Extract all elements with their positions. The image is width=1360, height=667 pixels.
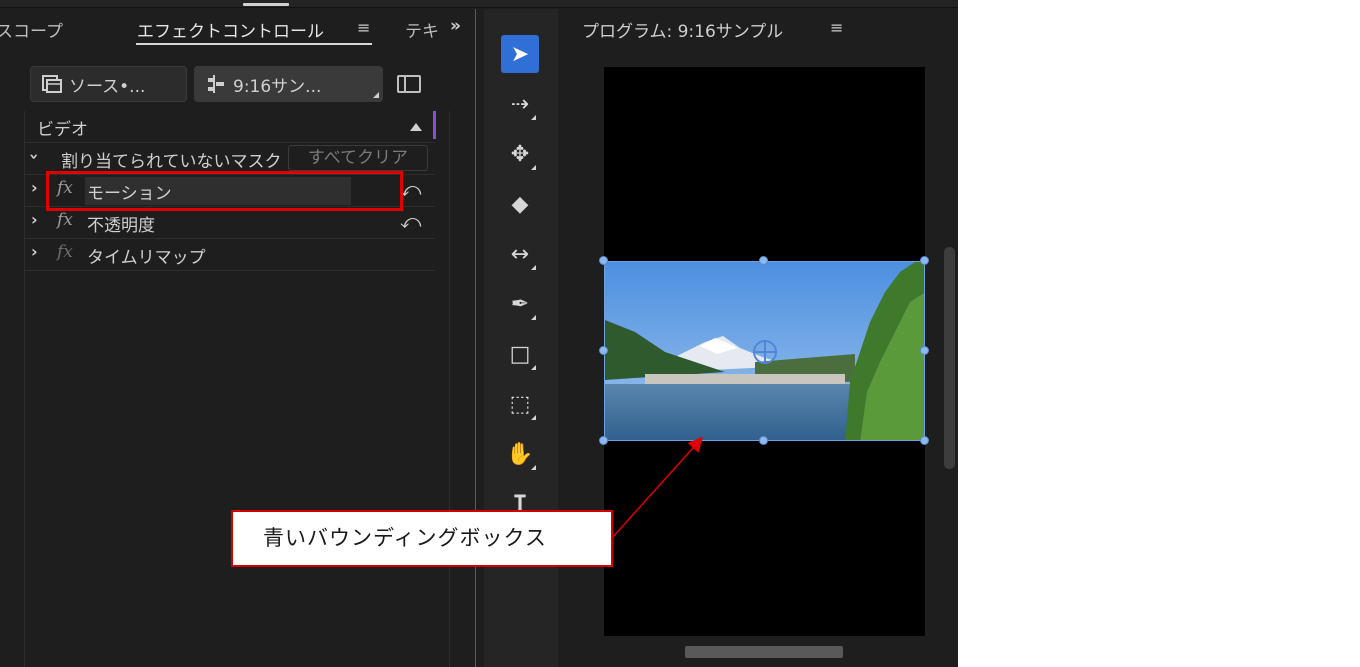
- fx-icon[interactable]: fx: [57, 242, 73, 262]
- effect-controls-panel: スコープ エフェクトコントロール ≡ テキ » ソース•... 9:16サン..…: [0, 9, 476, 667]
- program-monitor-title[interactable]: プログラム: 9:16サンプル: [582, 17, 783, 42]
- active-tab-underline: [136, 43, 372, 45]
- clip-icon: [41, 73, 63, 95]
- razor-glyph: ◆: [511, 191, 529, 217]
- effect-row-time-remap[interactable]: › fx タイムリマップ: [25, 239, 435, 271]
- anchor-point-icon[interactable]: [753, 340, 777, 364]
- bbox-handle-right[interactable]: [920, 346, 929, 355]
- corner-indicator: [531, 115, 536, 120]
- corner-indicator: [531, 265, 536, 270]
- video-frame[interactable]: [599, 67, 929, 636]
- rectangle-glyph: □: [509, 341, 531, 367]
- timeline-divider: [449, 111, 450, 667]
- slip-tool-icon[interactable]: ↔: [501, 235, 539, 273]
- remix-tool-icon[interactable]: ⬚: [501, 385, 539, 423]
- hand-tool-icon[interactable]: ✋: [501, 435, 539, 473]
- workspace-top-bar: [0, 0, 958, 8]
- corner-indicator: [531, 415, 536, 420]
- tools-panel: ➤ ⇢ ✥ ◆ ↔ ✒ □ ⬚ ✋ T: [484, 9, 558, 667]
- video-section-header[interactable]: ビデオ: [25, 111, 435, 143]
- panel-tabs: スコープ エフェクトコントロール ≡ テキ »: [0, 9, 476, 49]
- bbox-handle-bottom-right[interactable]: [920, 436, 929, 445]
- reset-icon[interactable]: ⤺: [400, 209, 421, 233]
- section-label: ビデオ: [37, 120, 88, 140]
- collapse-arrow-icon[interactable]: [410, 123, 422, 131]
- horizontal-scrollbar[interactable]: [685, 646, 843, 658]
- corner-indicator: [531, 365, 536, 370]
- ripple-edit-glyph: ✥: [510, 141, 530, 167]
- chevron-right-icon[interactable]: ›: [31, 210, 38, 229]
- razor-tool-icon[interactable]: ◆: [501, 185, 539, 223]
- chevron-right-icon[interactable]: ›: [31, 242, 38, 261]
- corner-indicator: [531, 315, 536, 320]
- drag-grip[interactable]: [243, 3, 289, 6]
- corner-indicator: [531, 465, 536, 470]
- effect-name: 不透明度: [87, 216, 155, 236]
- selection-tool-icon[interactable]: ➤: [501, 35, 539, 73]
- panel-layout-icon[interactable]: [397, 75, 421, 93]
- bbox-handle-bottom-left[interactable]: [599, 436, 608, 445]
- program-monitor: プログラム: 9:16サンプル ≡: [563, 9, 958, 667]
- mask-label: 割り当てられていないマスク: [61, 152, 282, 172]
- panel-menu-icon[interactable]: ≡: [357, 18, 370, 37]
- track-select-glyph: ⇢: [510, 91, 530, 117]
- clear-all-button[interactable]: すべてクリア: [288, 145, 428, 171]
- sequence-button[interactable]: 9:16サン...: [194, 66, 383, 102]
- remix-glyph: ⬚: [509, 391, 531, 417]
- reset-icon[interactable]: ⤺: [400, 177, 421, 201]
- callout-label: 青いバウンディングボックス: [231, 510, 613, 567]
- ripple-edit-tool-icon[interactable]: ✥: [501, 135, 539, 173]
- tabs-overflow-icon[interactable]: »: [450, 16, 461, 36]
- clip-image-bounding-box[interactable]: [604, 261, 925, 441]
- bbox-handle-bottom[interactable]: [759, 436, 768, 445]
- effect-row-opacity[interactable]: › fx 不透明度 ⤺: [25, 207, 435, 239]
- source-clip-button[interactable]: ソース•...: [30, 66, 187, 102]
- tab-effect-controls[interactable]: エフェクトコントロール: [137, 17, 324, 42]
- timeline-playhead-marker: [433, 111, 436, 139]
- corner-indicator: [531, 165, 536, 170]
- tab-text[interactable]: テキ: [405, 17, 441, 42]
- tab-scopes[interactable]: スコープ: [0, 17, 63, 42]
- bbox-handle-top-left[interactable]: [599, 256, 608, 265]
- effect-name: タイムリマップ: [87, 248, 206, 268]
- bbox-handle-top[interactable]: [759, 256, 768, 265]
- rectangle-tool-icon[interactable]: □: [501, 335, 539, 373]
- bbox-handle-left[interactable]: [599, 346, 608, 355]
- fx-icon[interactable]: fx: [57, 210, 73, 230]
- bbox-handle-top-right[interactable]: [920, 256, 929, 265]
- chevron-right-icon[interactable]: ›: [31, 178, 38, 197]
- program-menu-icon[interactable]: ≡: [830, 18, 843, 37]
- chevron-down-icon[interactable]: ›: [25, 153, 44, 160]
- slip-glyph: ↔: [510, 241, 530, 267]
- track-select-tool-icon[interactable]: ⇢: [501, 85, 539, 123]
- dropdown-corner-icon: [373, 92, 379, 98]
- hand-glyph: ✋: [506, 441, 534, 467]
- vertical-scrollbar[interactable]: [944, 247, 955, 469]
- pen-glyph: ✒: [510, 291, 530, 317]
- pen-tool-icon[interactable]: ✒: [501, 285, 539, 323]
- source-clip-label: ソース•...: [69, 76, 146, 97]
- highlight-box: [46, 171, 403, 211]
- sequence-label: 9:16サン...: [233, 76, 322, 97]
- sequence-icon: [205, 73, 227, 95]
